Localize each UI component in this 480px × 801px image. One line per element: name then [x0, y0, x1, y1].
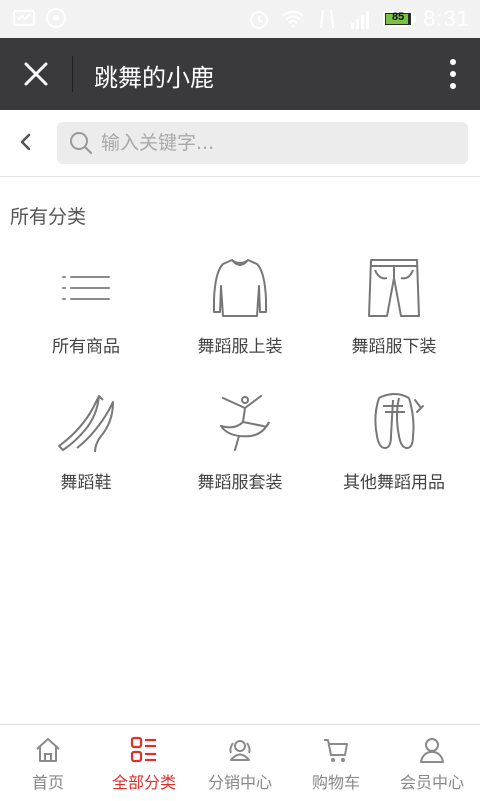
category-item-sets[interactable]: 舞蹈服套装: [160, 386, 320, 506]
users-icon: [229, 740, 251, 761]
nav-member[interactable]: 会员中心: [384, 725, 480, 801]
category-label: 所有商品: [52, 337, 120, 357]
home-icon: [36, 738, 60, 762]
cart-icon: [324, 739, 348, 762]
more-vertical-icon[interactable]: [448, 56, 458, 92]
ballet-shoes-icon: [374, 393, 424, 449]
category-item-shoes[interactable]: 舞蹈鞋: [6, 386, 166, 506]
category-label: 舞蹈服套装: [197, 473, 283, 493]
nav-categories[interactable]: 全部分类: [96, 725, 192, 801]
nav-label: 全部分类: [111, 773, 176, 792]
list-icon: [62, 276, 110, 300]
status-bar: 85 8:31: [0, 0, 480, 38]
nav-label: 分销中心: [207, 773, 272, 792]
nav-home[interactable]: 首页: [0, 725, 96, 801]
category-label: 舞蹈服下装: [351, 337, 437, 357]
chevron-left-icon[interactable]: [14, 130, 38, 154]
wifi-icon: [282, 10, 304, 28]
categories-icon: [130, 736, 156, 763]
close-icon[interactable]: [18, 56, 54, 92]
search-input[interactable]: [101, 122, 451, 164]
dance-shoe-icon: [58, 395, 114, 453]
section-title: 所有分类: [10, 206, 87, 228]
category-item-tops[interactable]: 舞蹈服上装: [160, 250, 320, 370]
search-box[interactable]: [57, 122, 468, 164]
title-divider: [72, 56, 73, 92]
category-label: 其他舞蹈用品: [343, 473, 445, 493]
message-icon: [13, 10, 35, 26]
nav-label: 会员中心: [399, 773, 464, 792]
nav-cart[interactable]: 购物车: [288, 725, 384, 801]
sync-icon: [46, 8, 66, 28]
category-item-other[interactable]: 其他舞蹈用品: [314, 386, 474, 506]
signal-icon: [351, 11, 370, 29]
category-label: 舞蹈服上装: [197, 337, 283, 357]
category-label: 舞蹈鞋: [60, 473, 112, 493]
user-icon: [420, 738, 444, 763]
pants-icon: [368, 259, 420, 317]
title-bar: 跳舞的小鹿: [0, 38, 480, 110]
search-icon: [70, 132, 93, 155]
category-item-bottoms[interactable]: 舞蹈服下装: [314, 250, 474, 370]
battery-icon: 85: [383, 11, 417, 27]
nav-label: 购物车: [311, 773, 360, 792]
bottom-nav: 首页 全部分类 分销中心 购物车 会员中心: [0, 724, 480, 801]
nav-label: 首页: [31, 773, 64, 792]
search-row: [0, 110, 480, 177]
top-garment-icon: [213, 259, 267, 317]
clock: 8:31: [423, 6, 470, 31]
nav-distribution[interactable]: 分销中心: [192, 725, 288, 801]
data-icon: [320, 9, 335, 29]
alarm-icon: [250, 11, 269, 29]
dancer-icon: [220, 395, 270, 451]
page-title: 跳舞的小鹿: [94, 64, 214, 92]
battery-level: 85: [392, 11, 405, 23]
category-item-all[interactable]: 所有商品: [6, 250, 166, 370]
